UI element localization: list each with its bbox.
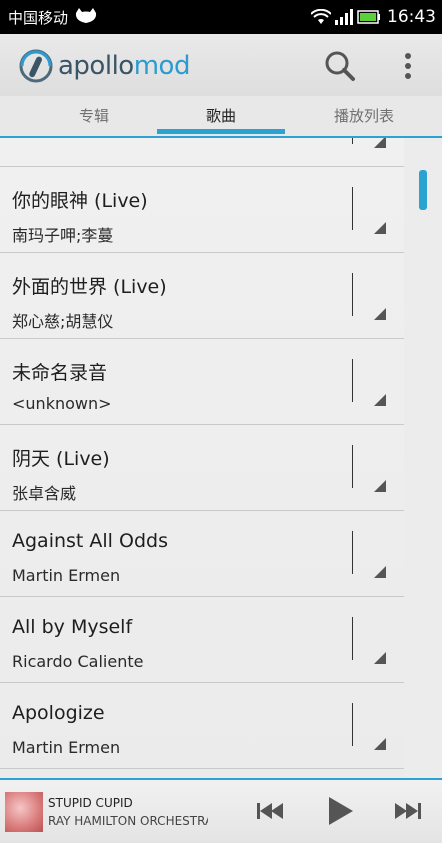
previous-icon[interactable] xyxy=(252,794,288,828)
song-list[interactable]: 光头欢乐在线你的眼神 (Live) 南玛子呷;李蔓外面的世界 (Live) 郑心慈;… xyxy=(0,138,404,778)
now-playing-title: STUPID CUPID xyxy=(48,796,133,810)
row-divider xyxy=(352,138,353,144)
song-title: 你的眼神 (Live) xyxy=(12,190,148,212)
row-divider xyxy=(352,445,353,488)
row-menu-icon[interactable] xyxy=(374,394,386,406)
row-divider xyxy=(352,531,353,574)
row-divider xyxy=(352,273,353,316)
logo-prefix: apollo xyxy=(58,51,134,81)
song-artist: Martin Ermen xyxy=(12,738,121,757)
overflow-menu-icon[interactable] xyxy=(392,46,424,86)
tab-bar: 专辑 歌曲 播放列表 xyxy=(0,96,442,138)
row-menu-icon[interactable] xyxy=(374,566,386,578)
logo-suffix: mod xyxy=(133,51,191,81)
song-artist: <unknown> xyxy=(12,394,112,413)
song-title: All by Myself xyxy=(12,616,133,638)
clock: 16:43 xyxy=(387,7,436,27)
row-divider xyxy=(352,359,353,402)
song-row[interactable]: 阴天 (Live) 张卓含威 xyxy=(0,425,404,511)
row-menu-icon[interactable] xyxy=(374,738,386,750)
song-artist: 南玛子呷;李蔓 xyxy=(12,226,114,245)
song-row[interactable]: Apologize Martin Ermen xyxy=(0,683,404,769)
row-menu-icon[interactable] xyxy=(374,138,386,148)
row-menu-icon[interactable] xyxy=(374,308,386,320)
song-artist: Martin Ermen xyxy=(12,566,121,585)
now-playing-artist: RAY HAMILTON ORCHESTRA xyxy=(48,814,208,828)
song-row[interactable]: Against All Odds Martin Ermen xyxy=(0,511,404,597)
scrollbar[interactable] xyxy=(419,170,427,210)
carrier-label: 中国移动 xyxy=(8,9,69,27)
song-artist: 郑心慈;胡慧仪 xyxy=(12,312,114,331)
song-row[interactable]: 外面的世界 (Live) 郑心慈;胡慧仪 xyxy=(0,253,404,339)
song-title: 外面的世界 (Live) xyxy=(12,276,167,298)
song-row[interactable]: All by Myself Ricardo Caliente xyxy=(0,597,404,683)
status-bar: 中国移动 16:43 xyxy=(0,0,442,34)
battery-icon xyxy=(357,10,380,24)
notification-cat-icon xyxy=(75,8,97,23)
tab-albums[interactable]: 专辑 xyxy=(30,96,158,136)
row-divider xyxy=(352,617,353,660)
row-menu-icon[interactable] xyxy=(374,222,386,234)
song-row[interactable]: 你的眼神 (Live) 南玛子呷;李蔓 xyxy=(0,167,404,253)
row-menu-icon[interactable] xyxy=(374,652,386,664)
signal-icon xyxy=(335,9,353,25)
tab-playlists[interactable]: 播放列表 xyxy=(300,96,428,136)
song-artist: Ricardo Caliente xyxy=(12,652,144,671)
action-bar: apollomod xyxy=(0,34,442,96)
song-row[interactable]: 光头欢乐在线 xyxy=(0,138,404,167)
play-icon[interactable] xyxy=(322,794,358,828)
wifi-icon xyxy=(311,9,331,24)
logo-headphones-icon xyxy=(19,49,53,83)
search-icon[interactable] xyxy=(320,46,360,86)
album-art[interactable] xyxy=(5,792,43,832)
song-row[interactable] xyxy=(0,769,404,778)
app-logo: apollomod xyxy=(16,48,190,84)
logo-text: apollomod xyxy=(58,51,190,81)
song-title: 阴天 (Live) xyxy=(12,448,110,470)
tab-indicator xyxy=(157,129,285,134)
song-title: 未命名录音 xyxy=(12,362,108,384)
row-menu-icon[interactable] xyxy=(374,480,386,492)
song-row[interactable]: 未命名录音 <unknown> xyxy=(0,339,404,425)
song-title: Against All Odds xyxy=(12,530,168,552)
next-icon[interactable] xyxy=(390,794,426,828)
row-divider xyxy=(352,703,353,746)
song-title: Apologize xyxy=(12,702,105,724)
song-artist: 张卓含威 xyxy=(12,484,77,503)
now-playing-bar[interactable]: STUPID CUPID RAY HAMILTON ORCHESTRA xyxy=(0,778,442,843)
row-divider xyxy=(352,187,353,230)
